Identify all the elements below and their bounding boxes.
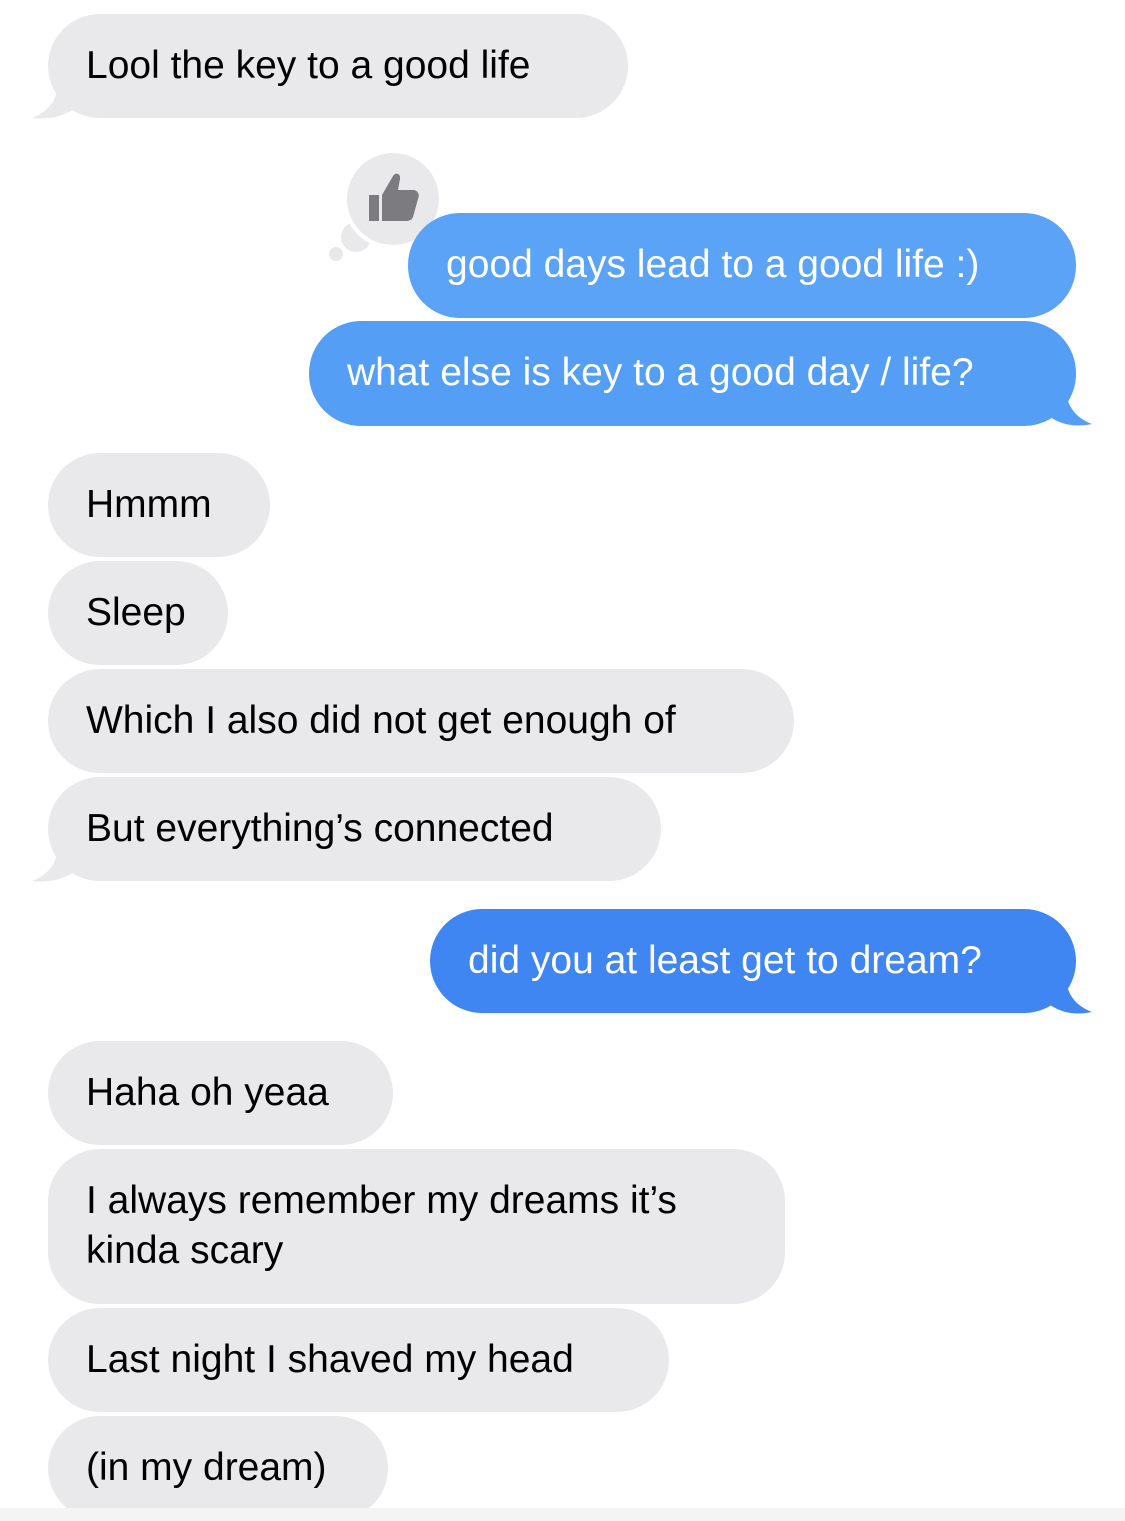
incoming-message-bubble[interactable]: Which I also did not get enough of	[48, 669, 794, 773]
incoming-message-bubble[interactable]: Last night I shaved my head	[48, 1308, 669, 1412]
message-text: good days lead to a good life :)	[446, 243, 980, 286]
outgoing-bubble-tail	[1046, 388, 1092, 426]
outgoing-message-bubble[interactable]: did you at least get to dream?	[430, 909, 1076, 1013]
outgoing-message-bubble[interactable]: what else is key to a good day / life?	[309, 321, 1076, 426]
incoming-message-bubble[interactable]: (in my dream)	[48, 1416, 388, 1520]
message-text: did you at least get to dream?	[468, 939, 982, 982]
message-text: Lool the key to a good life	[86, 44, 531, 87]
message-text: But everything’s connected	[86, 807, 554, 850]
reaction-bubble-dot-small	[329, 247, 343, 261]
incoming-message-bubble[interactable]: Hmmm	[48, 453, 270, 557]
message-text: Haha oh yeaa	[86, 1071, 329, 1114]
message-text: (in my dream)	[86, 1446, 327, 1489]
message-thread: Lool the key to a good life good days le…	[0, 0, 1125, 1521]
incoming-message-bubble[interactable]: Lool the key to a good life	[48, 14, 628, 118]
message-text: what else is key to a good day / life?	[347, 351, 974, 394]
incoming-bubble-tail	[32, 82, 78, 119]
message-text: Last night I shaved my head	[86, 1338, 574, 1381]
incoming-message-bubble[interactable]: But everything’s connected	[48, 777, 661, 881]
bottom-edge	[0, 1508, 1125, 1521]
message-text: Sleep	[86, 591, 186, 634]
message-text: I always remember my dreams it’s kinda s…	[86, 1179, 677, 1272]
thumbs-up-icon	[369, 173, 419, 221]
outgoing-message-bubble[interactable]: good days lead to a good life :)	[408, 213, 1076, 318]
incoming-bubble-tail	[32, 845, 78, 882]
incoming-message-bubble[interactable]: Haha oh yeaa	[48, 1041, 393, 1145]
outgoing-bubble-tail	[1046, 976, 1092, 1014]
message-text: Which I also did not get enough of	[86, 699, 676, 742]
incoming-message-bubble[interactable]: I always remember my dreams it’s kinda s…	[48, 1149, 785, 1304]
incoming-message-bubble[interactable]: Sleep	[48, 561, 228, 665]
message-text: Hmmm	[86, 483, 212, 526]
